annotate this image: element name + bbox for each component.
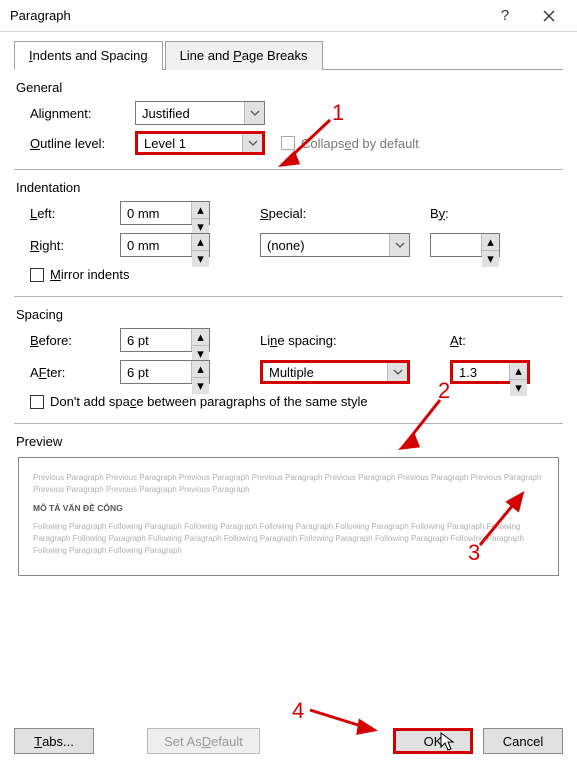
button-bar: Tabs... Set As Default OK Cancel xyxy=(0,718,577,764)
before-spinner[interactable]: 6 pt ▴▾ xyxy=(120,328,210,352)
spinner-buttons[interactable]: ▴▾ xyxy=(191,329,209,351)
chevron-down-icon xyxy=(242,134,262,152)
left-spinner[interactable]: 0 mm ▴▾ xyxy=(120,201,210,225)
tab2-label-rest: age Breaks xyxy=(242,48,308,63)
special-value: (none) xyxy=(261,238,389,253)
left-value: 0 mm xyxy=(121,206,191,221)
after-value: 6 pt xyxy=(121,365,191,380)
tab1-label-rest: ndents and Spacing xyxy=(33,48,148,63)
after-spinner[interactable]: 6 pt ▴▾ xyxy=(120,360,210,384)
alignment-value: Justified xyxy=(136,106,244,121)
section-preview: Preview xyxy=(16,434,563,449)
right-value: 0 mm xyxy=(121,238,191,253)
alignment-dropdown[interactable]: Justified xyxy=(135,101,265,125)
special-dropdown[interactable]: (none) xyxy=(260,233,410,257)
dont-add-space-label: Don't add space between paragraphs of th… xyxy=(50,394,368,409)
checkbox-box xyxy=(30,268,44,282)
collapsed-checkbox[interactable]: Collapsed by default xyxy=(281,136,419,151)
spinner-buttons[interactable]: ▴▾ xyxy=(191,361,209,383)
section-spacing: Spacing xyxy=(16,307,563,322)
line-spacing-value: Multiple xyxy=(263,365,387,380)
section-general: General xyxy=(16,80,563,95)
right-spinner[interactable]: 0 mm ▴▾ xyxy=(120,233,210,257)
chevron-down-icon xyxy=(244,102,264,124)
spinner-buttons[interactable]: ▴▾ xyxy=(191,234,209,256)
collapsed-label: Collapsed by default xyxy=(301,136,419,151)
checkbox-box xyxy=(30,395,44,409)
before-label: Before: xyxy=(30,333,110,348)
checkbox-box xyxy=(281,136,295,150)
ok-button[interactable]: OK xyxy=(393,728,473,754)
special-label: Special: xyxy=(260,206,380,221)
alignment-label: Alignment: xyxy=(30,106,135,121)
preview-next-paragraphs: Following Paragraph Following Paragraph … xyxy=(33,521,544,557)
mirror-indents-label: Mirror indents xyxy=(50,267,129,282)
outline-level-value: Level 1 xyxy=(138,136,242,151)
spinner-buttons[interactable]: ▴▾ xyxy=(509,363,527,381)
mirror-indents-checkbox[interactable]: Mirror indents xyxy=(30,267,129,282)
at-value: 1.3 xyxy=(453,365,509,380)
cancel-button[interactable]: Cancel xyxy=(483,728,563,754)
chevron-down-icon xyxy=(387,363,407,381)
tab-indents-spacing[interactable]: Indents and Spacing xyxy=(14,41,163,70)
close-icon xyxy=(543,10,555,22)
preview-sample: MÔ TẢ VẤN ĐỀ CÔNG xyxy=(33,502,544,515)
tab2-label-prefix: Line and xyxy=(180,48,234,63)
tab-line-page-breaks[interactable]: Line and Page Breaks xyxy=(165,41,323,70)
tab-bar: Indents and Spacing Line and Page Breaks xyxy=(14,40,563,70)
spinner-buttons[interactable]: ▴▾ xyxy=(191,202,209,224)
left-label: Left: xyxy=(30,206,110,221)
window-title: Paragraph xyxy=(10,8,483,23)
by-spinner[interactable]: ▴▾ xyxy=(430,233,500,257)
line-spacing-label: Line spacing: xyxy=(260,333,410,348)
close-button[interactable] xyxy=(527,1,571,31)
tab2-mnemonic: P xyxy=(233,48,242,63)
at-spinner[interactable]: 1.3 ▴▾ xyxy=(450,360,530,384)
before-value: 6 pt xyxy=(121,333,191,348)
after-label: AFter: xyxy=(30,365,110,380)
spinner-buttons[interactable]: ▴▾ xyxy=(481,234,499,256)
line-spacing-dropdown[interactable]: Multiple xyxy=(260,360,410,384)
by-label: By: xyxy=(430,206,500,221)
at-label: At: xyxy=(450,333,530,348)
chevron-down-icon xyxy=(389,234,409,256)
dont-add-space-checkbox[interactable]: Don't add space between paragraphs of th… xyxy=(30,394,368,409)
help-button[interactable]: ? xyxy=(483,1,527,31)
preview-prev-paragraphs: Previous Paragraph Previous Paragraph Pr… xyxy=(33,472,544,496)
preview-pane: Previous Paragraph Previous Paragraph Pr… xyxy=(18,457,559,576)
set-as-default-button[interactable]: Set As Default xyxy=(147,728,260,754)
outline-level-label: Outline level: xyxy=(30,136,135,151)
cursor-icon xyxy=(440,732,456,752)
right-label: Right: xyxy=(30,238,110,253)
section-indentation: Indentation xyxy=(16,180,563,195)
outline-level-dropdown[interactable]: Level 1 xyxy=(135,131,265,155)
tabs-button[interactable]: Tabs... xyxy=(14,728,94,754)
titlebar: Paragraph ? xyxy=(0,0,577,32)
